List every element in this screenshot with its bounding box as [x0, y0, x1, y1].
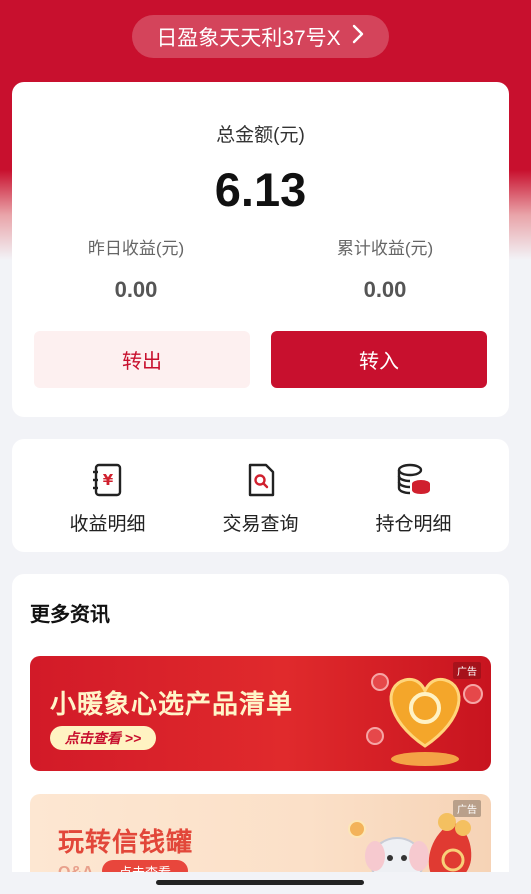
menu-label: 持仓明细	[375, 514, 452, 535]
section-title: 更多资讯	[30, 604, 110, 626]
yesterday-earnings-label: 昨日收益(元)	[87, 239, 185, 258]
menu-item-transaction-query[interactable]: 交易查询	[178, 461, 343, 536]
banner-cta-button[interactable]: 点击查看 >>	[50, 726, 156, 750]
menu-label: 交易查询	[222, 514, 299, 535]
coins-stack-icon	[395, 461, 433, 499]
cumulative-earnings-value: 0.00	[363, 277, 407, 302]
yesterday-earnings-value: 0.00	[114, 277, 158, 302]
product-name: 日盈象天天利37号X	[156, 26, 341, 50]
search-document-icon	[242, 461, 280, 499]
svg-text:¥: ¥	[102, 471, 113, 489]
home-bar	[0, 872, 531, 894]
cumulative-earnings-label: 累计收益(元)	[336, 239, 434, 258]
total-amount-label: 总金额(元)	[216, 125, 305, 146]
ad-banner-product-list[interactable]: 广告 小暖象心选产品清单 点击查看 >>	[30, 656, 491, 771]
menu-item-earnings-detail[interactable]: ¥ 收益明细	[25, 461, 190, 536]
yesterday-earnings: 昨日收益(元) 0.00	[12, 234, 260, 303]
home-indicator[interactable]	[156, 880, 364, 885]
banner-title: 小暖象心选产品清单	[50, 689, 294, 719]
menu-label: 收益明细	[69, 514, 146, 535]
quick-menu: ¥ 收益明细 交易查询 持仓明细	[12, 439, 509, 552]
transfer-in-button[interactable]: 转入	[271, 331, 487, 388]
heart-graphic-icon	[365, 664, 485, 771]
menu-item-holdings-detail[interactable]: 持仓明细	[331, 461, 496, 536]
cumulative-earnings: 累计收益(元) 0.00	[261, 234, 509, 303]
yuan-document-icon: ¥	[89, 461, 127, 499]
chevron-right-icon	[351, 23, 365, 50]
news-section: 更多资讯 广告 小暖象心选产品清单 点击查看 >> 广告 玩转信钱罐 Q&A 点…	[12, 574, 509, 894]
balance-card: 总金额(元) 6.13 昨日收益(元) 0.00 累计收益(元) 0.00 转出…	[12, 82, 509, 417]
product-selector[interactable]: 日盈象天天利37号X	[132, 15, 389, 58]
banner-title: 玩转信钱罐	[58, 827, 194, 857]
total-amount-value: 6.13	[214, 163, 307, 216]
transfer-out-button[interactable]: 转出	[34, 331, 250, 388]
